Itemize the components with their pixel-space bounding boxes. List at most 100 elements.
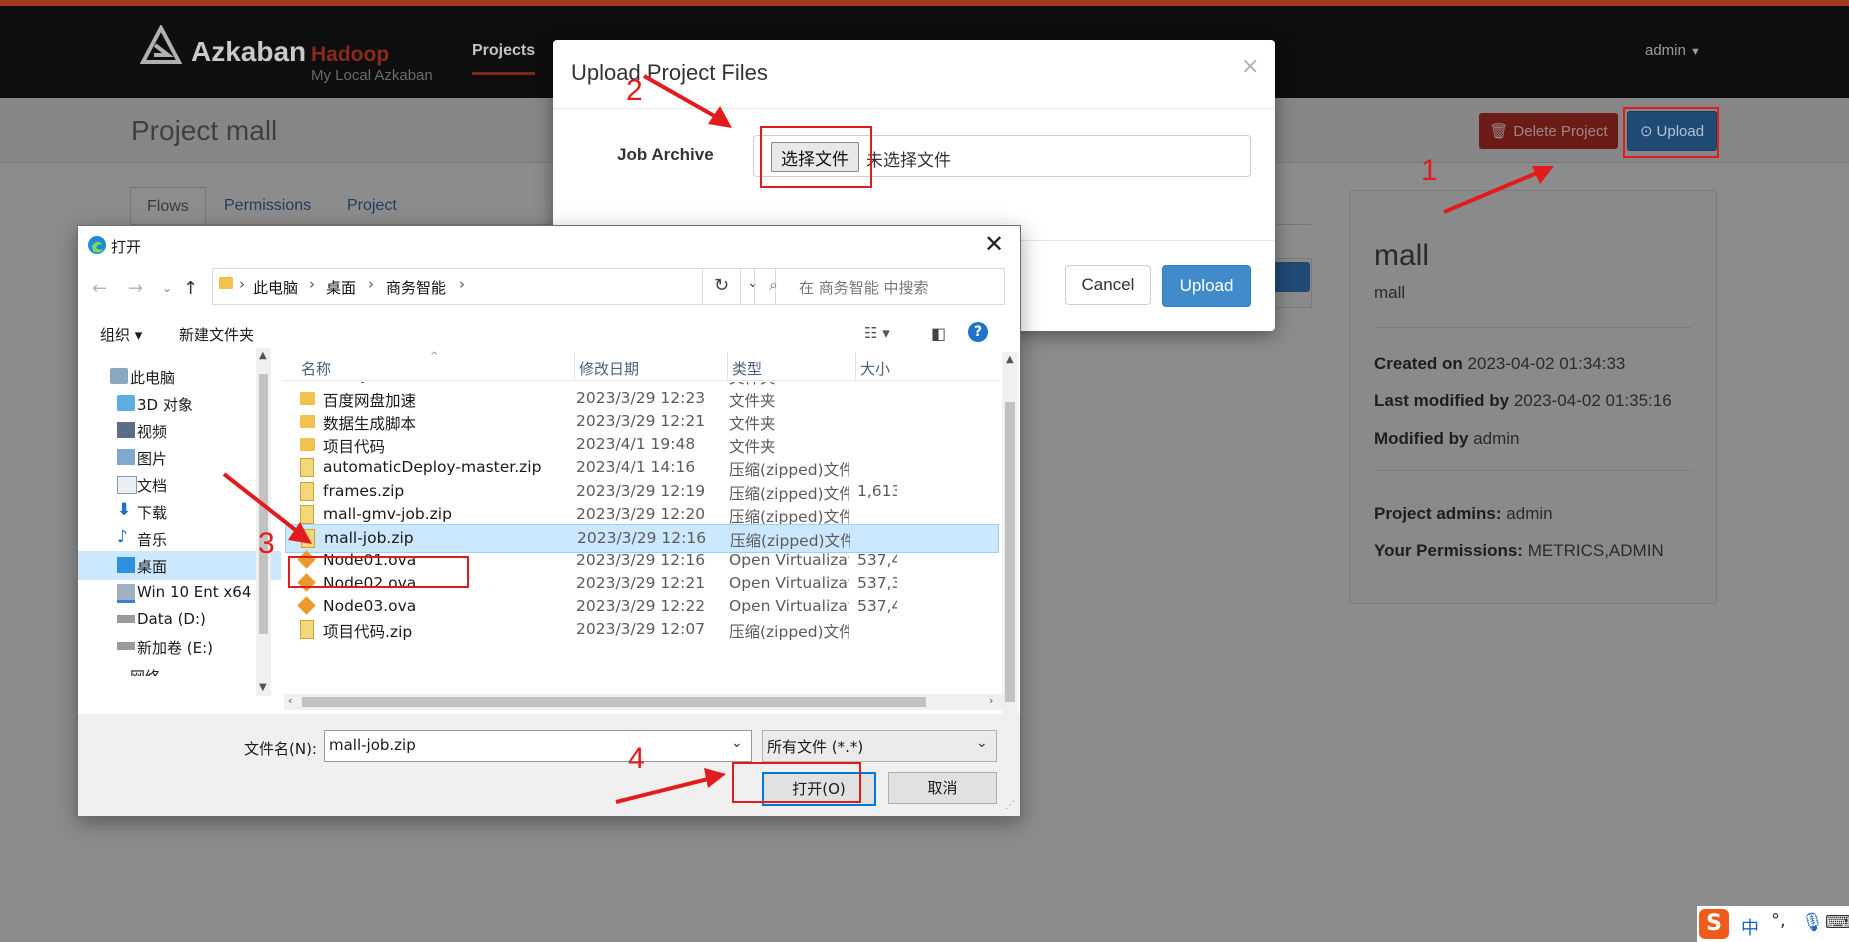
new-folder-button[interactable]: 新建文件夹 xyxy=(179,324,254,345)
last-modified: Last modified by 2023-04-02 01:35:16 xyxy=(1374,391,1672,410)
folder-icon xyxy=(219,277,233,289)
search-icon: ⌕ xyxy=(769,275,778,294)
ime-language[interactable]: 中 xyxy=(1741,914,1759,940)
column-date[interactable]: 修改日期 xyxy=(579,358,639,379)
scroll-right-icon[interactable]: › xyxy=(989,694,993,707)
file-date: 2023/3/29 12:21 xyxy=(576,573,706,592)
file-type: Open Virtualizati... xyxy=(729,573,849,592)
dialog-close-icon[interactable]: ✕ xyxy=(984,230,1004,258)
tab-flows[interactable]: Flows xyxy=(130,187,206,226)
file-date: 2023/3/29 12:07 xyxy=(576,620,706,639)
keyboard-icon[interactable]: ⌨ xyxy=(1825,912,1849,933)
file-name: mall-job.zip xyxy=(324,528,414,547)
address-bar[interactable]: › 此电脑 › 桌面 › 商务智能 › ⌄ xyxy=(212,268,776,305)
column-size[interactable]: 大小 xyxy=(860,358,890,379)
file-date: 2023/3/29 12:16 xyxy=(577,528,707,547)
file-date: 2023/4/1 14:16 xyxy=(576,458,696,477)
resize-grip-icon[interactable]: ⋰ xyxy=(1005,800,1015,811)
file-name: frames.zip xyxy=(323,481,405,500)
annotation-arrow-4 xyxy=(615,768,726,804)
cancel-button[interactable]: Cancel xyxy=(1065,265,1151,305)
ime-punctuation[interactable]: °, xyxy=(1771,910,1786,931)
file-date: 2023/4/1 19:54 xyxy=(576,382,726,384)
breadcrumb-separator-icon: › xyxy=(239,275,245,293)
breadcrumb-separator-icon: › xyxy=(368,275,374,293)
flow-action-button[interactable] xyxy=(1270,262,1310,292)
filename-dropdown-chevron-icon[interactable]: ⌄ xyxy=(731,735,743,751)
info-divider-2 xyxy=(1374,470,1692,471)
modified-by: Modified by admin xyxy=(1374,429,1520,448)
file-date: 2023/3/29 12:16 xyxy=(576,550,706,569)
ime-indicator[interactable]: S 中 °, 🎙 ⌨ xyxy=(1697,906,1849,942)
file-type: Open Virtualizati... xyxy=(729,597,849,615)
help-icon[interactable]: ? xyxy=(968,322,988,342)
job-archive-label: Job Archive xyxy=(617,145,714,164)
file-list-scroll-thumb[interactable] xyxy=(1005,402,1015,702)
dialog-cancel-button[interactable]: 取消 xyxy=(888,772,997,804)
column-divider xyxy=(727,352,728,380)
column-divider xyxy=(574,352,575,380)
created-on: Created on 2023-04-02 01:34:33 xyxy=(1374,354,1626,373)
breadcrumb-desktop[interactable]: 桌面 xyxy=(326,277,356,298)
nav-projects-link[interactable]: Projects xyxy=(472,42,536,75)
close-icon[interactable]: × xyxy=(1241,54,1259,79)
no-file-chosen-text: 未选择文件 xyxy=(866,151,951,171)
file-date: 2023/3/29 12:21 xyxy=(576,412,706,431)
dialog-title: 打开 xyxy=(111,238,142,256)
file-date: 2023/3/29 12:23 xyxy=(576,389,706,408)
column-name[interactable]: 名称 xyxy=(301,358,331,379)
filetype-select[interactable]: 所有文件 (*.*) ⌄ xyxy=(762,730,997,762)
annotation-arrow-3 xyxy=(222,472,312,544)
scroll-up-icon[interactable]: ▲ xyxy=(1006,354,1014,365)
file-date: 2023/4/1 19:48 xyxy=(576,435,696,454)
upload-button[interactable]: Upload xyxy=(1162,265,1251,307)
column-divider xyxy=(855,352,856,380)
refresh-icon[interactable]: ↻ xyxy=(702,268,741,305)
project-info-panel: mall mall Created on 2023-04-02 01:34:33… xyxy=(1349,190,1717,604)
file-size: 537,4 xyxy=(857,550,897,569)
recent-locations-chevron-icon[interactable]: ⌄ xyxy=(162,281,172,295)
sort-asc-icon: ^ xyxy=(430,351,439,362)
tab-project-logs[interactable]: Project Logs xyxy=(347,187,397,252)
delete-project-button[interactable]: 🗑 Delete Project xyxy=(1479,113,1618,149)
brand-environment: My Local Azkaban xyxy=(311,67,433,84)
horizontal-scrollbar[interactable]: ‹ › xyxy=(284,694,1002,710)
horizontal-scroll-thumb[interactable] xyxy=(302,697,926,707)
edge-icon xyxy=(88,236,106,254)
preview-pane-icon[interactable]: ◧ xyxy=(931,324,946,343)
tab-permissions[interactable]: Permissions xyxy=(224,187,311,225)
folder-icon xyxy=(300,438,315,452)
file-list-scrollbar[interactable]: ▲ ▼ xyxy=(1002,352,1018,754)
annotation-number-1: 1 xyxy=(1421,154,1438,187)
search-placeholder: 在 商务智能 中搜索 xyxy=(799,279,929,297)
filetype-value: 所有文件 (*.*) xyxy=(767,738,864,756)
up-arrow-icon[interactable]: ↑ xyxy=(183,278,198,299)
column-type[interactable]: 类型 xyxy=(732,358,762,379)
filetype-dropdown-chevron-icon[interactable]: ⌄ xyxy=(976,735,988,751)
breadcrumb-bi-folder[interactable]: 商务智能 xyxy=(386,277,446,298)
project-name: mall xyxy=(1374,239,1430,272)
scroll-left-icon[interactable]: ‹ xyxy=(288,694,292,707)
file-name: mall-job xyxy=(323,382,563,384)
file-row[interactable]: 项目代码.zip 2023/3/29 12:07 压缩(zipped)文件... xyxy=(285,616,997,643)
sogou-logo-icon: S xyxy=(1699,909,1729,939)
delete-project-label: Delete Project xyxy=(1513,122,1608,140)
file-type: 压缩(zipped)文件... xyxy=(729,623,849,642)
organize-menu[interactable]: 组织 ▾ xyxy=(100,324,142,345)
microphone-icon[interactable]: 🎙 xyxy=(1801,912,1824,933)
back-arrow-icon[interactable]: ← xyxy=(92,278,107,299)
user-menu[interactable]: admin ▼ xyxy=(1645,42,1701,59)
filename-input[interactable]: mall-job.zip ⌄ xyxy=(324,730,752,762)
file-size: 537,4 xyxy=(857,597,897,615)
forward-arrow-icon[interactable]: → xyxy=(128,278,143,299)
scroll-up-icon[interactable]: ▲ xyxy=(259,350,267,361)
project-description: mall xyxy=(1374,283,1406,302)
annotation-box-open xyxy=(732,762,861,803)
breadcrumb-this-pc[interactable]: 此电脑 xyxy=(253,277,298,298)
file-name: 项目代码.zip xyxy=(323,623,413,642)
breadcrumb-separator-icon: › xyxy=(459,275,465,293)
file-date: 2023/3/29 12:20 xyxy=(576,504,706,523)
search-box[interactable]: ⌕ 在 商务智能 中搜索 xyxy=(754,268,1005,305)
annotation-box-choose-file xyxy=(760,126,872,188)
view-options-icon[interactable]: ☷ ▾ xyxy=(864,324,890,342)
